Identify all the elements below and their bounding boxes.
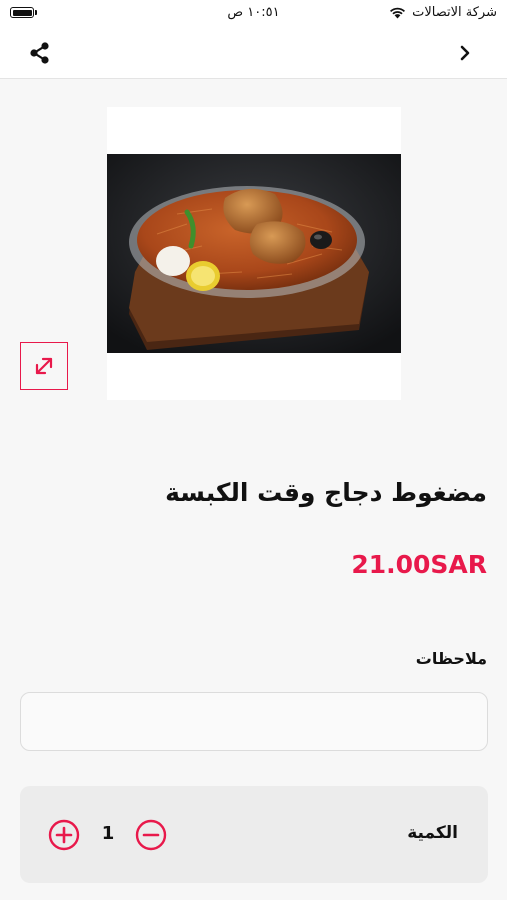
notes-input[interactable]	[20, 692, 488, 751]
top-nav-bar	[0, 28, 507, 79]
share-button[interactable]	[26, 39, 54, 67]
quantity-label: الكمية	[407, 823, 458, 843]
increase-quantity-button[interactable]	[48, 819, 80, 851]
product-photo	[107, 154, 401, 353]
quantity-value: 1	[101, 823, 115, 844]
product-price: 21.00SAR	[351, 550, 487, 579]
share-icon	[30, 42, 49, 64]
back-button[interactable]	[453, 41, 477, 65]
product-image-card[interactable]	[107, 107, 401, 400]
wifi-icon	[390, 7, 406, 19]
chevron-right-icon	[460, 45, 470, 61]
status-bar: ١٠:٥١ ص شركة الاتصالات	[0, 0, 507, 28]
minus-circle-icon	[135, 819, 167, 851]
carrier-name: شركة الاتصالات	[412, 5, 497, 20]
carrier-info: شركة الاتصالات	[389, 5, 497, 20]
notes-label: ملاحظات	[415, 649, 487, 668]
decrease-quantity-button[interactable]	[135, 819, 167, 851]
expand-icon	[35, 357, 53, 375]
product-name: مضغوط دجاج وقت الكبسة	[165, 478, 487, 507]
quantity-panel: الكمية 1	[20, 786, 488, 883]
expand-image-button[interactable]	[20, 342, 68, 390]
plus-circle-icon	[48, 819, 80, 851]
